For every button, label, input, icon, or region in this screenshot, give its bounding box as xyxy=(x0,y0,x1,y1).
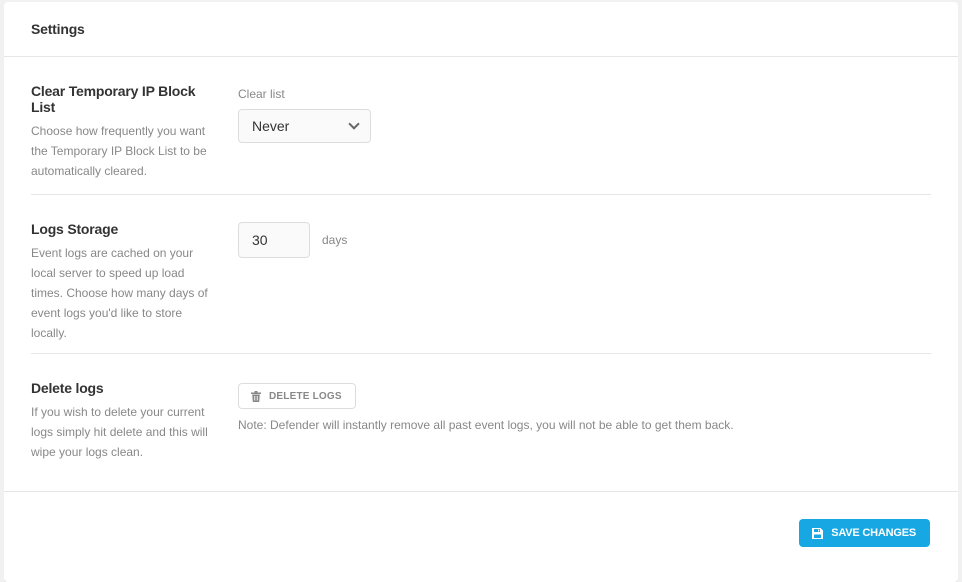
logs-days-input[interactable] xyxy=(238,222,310,258)
clear-list-description: Choose how frequently you want the Tempo… xyxy=(31,124,207,178)
delete-logs-note: Note: Defender will instantly remove all… xyxy=(238,418,734,432)
logs-storage-label-col: Logs Storage Event logs are cached on yo… xyxy=(31,221,211,343)
delete-logs-label-col: Delete logs If you wish to delete your c… xyxy=(31,380,211,462)
delete-logs-button[interactable]: DELETE LOGS xyxy=(238,383,356,409)
delete-logs-description: If you wish to delete your current logs … xyxy=(31,405,208,459)
clear-list-field-label: Clear list xyxy=(238,87,285,101)
delete-logs-button-label: DELETE LOGS xyxy=(269,390,342,402)
clear-list-row: Clear Temporary IP Block List Choose how… xyxy=(31,83,931,195)
card-footer: SAVE CHANGES xyxy=(4,491,958,582)
trash-icon xyxy=(251,390,261,402)
clear-list-title: Clear Temporary IP Block List xyxy=(31,83,196,115)
logs-storage-field: days xyxy=(238,222,347,258)
delete-logs-title: Delete logs xyxy=(31,380,104,396)
page-title: Settings xyxy=(31,21,85,37)
delete-logs-row: Delete logs If you wish to delete your c… xyxy=(31,380,931,470)
clear-list-field: Clear list Never xyxy=(238,87,371,143)
clear-list-select[interactable]: Never xyxy=(238,109,371,143)
settings-card: Settings Clear Temporary IP Block List C… xyxy=(4,2,958,582)
clear-list-label-col: Clear Temporary IP Block List Choose how… xyxy=(31,83,211,181)
logs-storage-row: Logs Storage Event logs are cached on yo… xyxy=(31,221,931,354)
clear-list-selected-value: Never xyxy=(252,118,290,134)
chevron-down-icon xyxy=(350,120,358,128)
save-changes-button[interactable]: SAVE CHANGES xyxy=(799,519,930,547)
logs-storage-title: Logs Storage xyxy=(31,221,119,237)
days-unit-label: days xyxy=(322,233,348,247)
card-header: Settings xyxy=(4,2,958,57)
logs-storage-description: Event logs are cached on your local serv… xyxy=(31,246,208,340)
delete-logs-field: DELETE LOGS Note: Defender will instantl… xyxy=(238,383,734,432)
save-changes-label: SAVE CHANGES xyxy=(831,527,916,539)
save-icon xyxy=(812,527,824,539)
